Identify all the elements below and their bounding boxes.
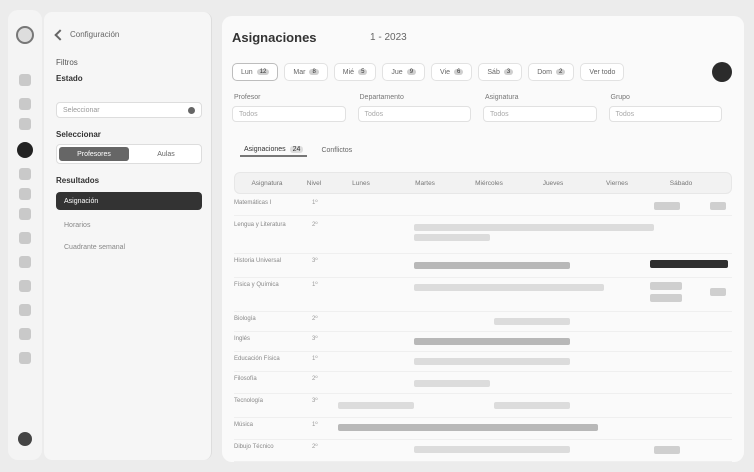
status-label: Estado bbox=[56, 74, 83, 83]
book-icon[interactable] bbox=[19, 188, 31, 200]
view-toggle: Profesores Aulas bbox=[56, 144, 202, 164]
menu-item-schedules[interactable]: Horarios bbox=[56, 216, 202, 234]
filter-group: Grupo Todos bbox=[608, 94, 722, 130]
users-icon[interactable] bbox=[19, 118, 31, 130]
status-badge bbox=[654, 202, 680, 210]
slot-bar[interactable] bbox=[414, 380, 490, 387]
chart-icon[interactable] bbox=[19, 232, 31, 244]
col-wednesday: Miércoles bbox=[475, 179, 503, 187]
table-row[interactable]: Física y Química 1º bbox=[234, 278, 732, 312]
status-badge bbox=[654, 446, 680, 454]
menu-item-assignment[interactable]: Asignación bbox=[56, 192, 202, 210]
toggle-professors[interactable]: Profesores bbox=[59, 147, 129, 161]
table-row[interactable]: Tecnología 3º bbox=[234, 394, 732, 418]
subtab-conflicts[interactable]: Conflictos bbox=[317, 144, 356, 157]
toggle-rooms[interactable]: Aulas bbox=[131, 145, 201, 163]
status-select[interactable]: Seleccionar bbox=[56, 102, 202, 118]
status-badge bbox=[650, 282, 682, 290]
back-label: Configuración bbox=[70, 30, 120, 39]
back-link[interactable]: Configuración bbox=[54, 28, 120, 41]
filter-department: Departamento Todos bbox=[357, 94, 471, 130]
report-icon[interactable] bbox=[19, 256, 31, 268]
assignments-icon[interactable] bbox=[17, 142, 33, 158]
col-saturday: Sábado bbox=[669, 179, 693, 187]
grid-icon[interactable] bbox=[19, 208, 31, 220]
period-label: 1 - 2023 bbox=[370, 32, 407, 43]
table-row[interactable]: Música 1º bbox=[234, 418, 732, 440]
day-tabs: Lun 12 Mar 8 Mié 5 Jue 9 Vie 6 Sáb 3 Dom 2 Ver … bbox=[232, 62, 732, 82]
menu-title: Resultados bbox=[56, 176, 100, 185]
status-badge bbox=[650, 260, 728, 268]
col-monday: Lunes bbox=[352, 179, 370, 187]
help-icon[interactable] bbox=[19, 352, 31, 364]
col-tuesday: Martes bbox=[415, 179, 435, 187]
config-panel: Configuración Filtros Estado Seleccionar… bbox=[44, 12, 212, 460]
app-rail bbox=[8, 10, 42, 460]
filter-professor-input[interactable]: Todos bbox=[232, 106, 346, 122]
status-badge bbox=[650, 294, 682, 302]
table-row[interactable]: Biología 2º bbox=[234, 312, 732, 332]
table-row[interactable]: Matemáticas I 1º bbox=[234, 196, 732, 216]
classroom-icon[interactable] bbox=[19, 168, 31, 180]
slot-bar[interactable] bbox=[414, 358, 570, 365]
user-avatar[interactable] bbox=[18, 432, 32, 446]
add-button[interactable] bbox=[712, 62, 732, 82]
tab-all[interactable]: Ver todo bbox=[580, 63, 625, 81]
slot-bar[interactable] bbox=[414, 234, 490, 241]
table-row[interactable]: Filosofía 2º bbox=[234, 372, 732, 394]
tab-sunday[interactable]: Dom 2 bbox=[528, 63, 575, 81]
col-subject: Asignatura bbox=[251, 179, 283, 187]
schedule-body: Matemáticas I 1º Lengua y Literatura 2º … bbox=[234, 196, 732, 462]
table-row[interactable]: Lengua y Literatura 2º bbox=[234, 216, 732, 254]
status-select-placeholder: Seleccionar bbox=[63, 106, 100, 114]
table-row[interactable]: Dibujo Técnico 2º bbox=[234, 440, 732, 462]
subtab-assignments[interactable]: Asignaciones 24 bbox=[240, 144, 308, 157]
filters-label: Filtros bbox=[56, 58, 78, 67]
tab-tuesday[interactable]: Mar 8 bbox=[284, 63, 328, 81]
slot-bar[interactable] bbox=[414, 262, 570, 269]
filter-subject-input[interactable]: Todos bbox=[483, 106, 597, 122]
view-by-label: Seleccionar bbox=[56, 130, 101, 139]
schedule-header: Asignatura Nivel Lunes Martes Miércoles … bbox=[234, 172, 732, 194]
col-thursday: Jueves bbox=[542, 179, 564, 187]
chevron-down-icon bbox=[188, 106, 195, 114]
slot-bar[interactable] bbox=[414, 224, 654, 231]
calendar-icon[interactable] bbox=[19, 98, 31, 110]
page-title: Asignaciones bbox=[232, 30, 317, 45]
table-row[interactable]: Inglés 3º bbox=[234, 332, 732, 352]
table-row[interactable]: Educación Física 1º bbox=[234, 352, 732, 372]
app-logo-icon[interactable] bbox=[16, 26, 34, 44]
status-badge bbox=[710, 288, 726, 296]
slot-bar[interactable] bbox=[414, 284, 604, 291]
status-badge bbox=[710, 202, 726, 210]
slot-bar[interactable] bbox=[414, 338, 570, 345]
tab-saturday[interactable]: Sáb 3 bbox=[478, 63, 523, 81]
settings-icon[interactable] bbox=[19, 304, 31, 316]
main-content: Asignaciones 1 - 2023 Lun 12 Mar 8 Mié 5 Ju… bbox=[222, 16, 744, 462]
tab-thursday[interactable]: Jue 9 bbox=[382, 63, 426, 81]
filter-professor: Profesor Todos bbox=[232, 94, 346, 130]
filter-group-input[interactable]: Todos bbox=[608, 106, 722, 122]
slot-bar[interactable] bbox=[494, 402, 570, 409]
slot-bar[interactable] bbox=[338, 424, 598, 431]
tab-wednesday[interactable]: Mié 5 bbox=[333, 63, 377, 81]
filter-subject: Asignatura Todos bbox=[483, 94, 597, 130]
slot-bar[interactable] bbox=[494, 318, 570, 325]
export-icon[interactable] bbox=[19, 328, 31, 340]
home-icon[interactable] bbox=[19, 74, 31, 86]
tab-monday[interactable]: Lun 12 bbox=[232, 63, 279, 81]
menu-item-weekly[interactable]: Cuadrante semanal bbox=[56, 238, 202, 256]
col-friday: Viernes bbox=[606, 179, 628, 187]
tab-friday[interactable]: Vie 6 bbox=[431, 63, 473, 81]
chevron-left-icon bbox=[54, 28, 66, 41]
slot-bar[interactable] bbox=[338, 402, 414, 409]
message-icon[interactable] bbox=[19, 280, 31, 292]
table-row[interactable]: Historia Universal 3º bbox=[234, 254, 732, 278]
filter-department-input[interactable]: Todos bbox=[357, 106, 471, 122]
content-subtabs: Asignaciones 24 Conflictos bbox=[240, 144, 356, 157]
slot-bar[interactable] bbox=[414, 446, 570, 453]
filters-row: Profesor Todos Departamento Todos Asigna… bbox=[232, 94, 722, 130]
col-level: Nivel bbox=[306, 179, 322, 187]
